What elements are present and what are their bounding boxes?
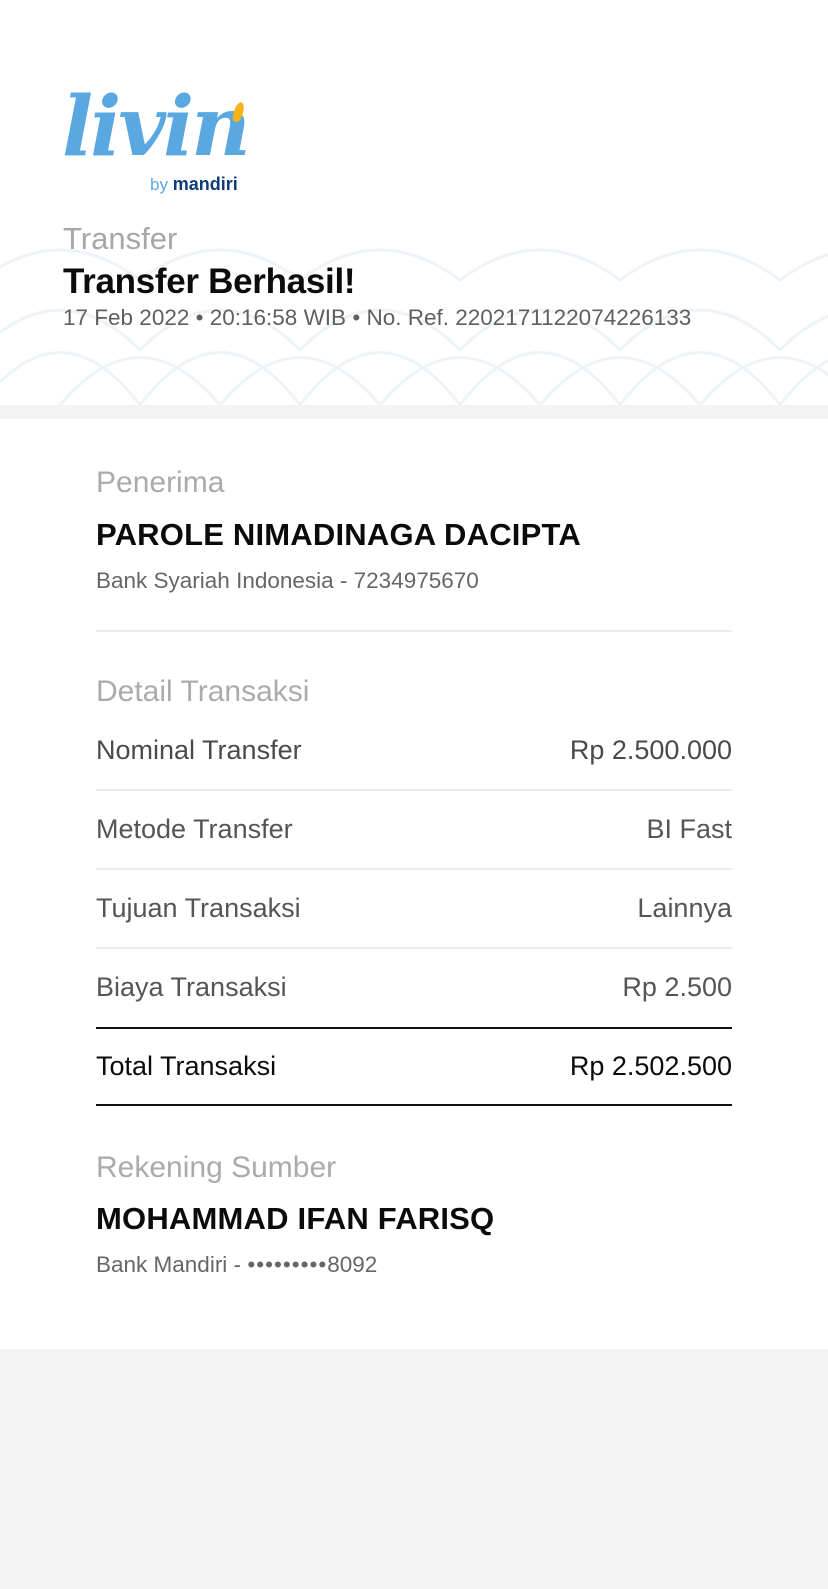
total-bottom-rule: [96, 1104, 732, 1106]
detail-key: Nominal Transfer: [96, 735, 302, 765]
receipt-card: Penerima PAROLE NIMADINAGA DACIPTA Bank …: [0, 419, 828, 1349]
detail-row-total: Total Transaksi Rp 2.502.500: [96, 1051, 732, 1091]
logo-wordmark: livin: [62, 79, 251, 175]
transaction-meta: 17 Feb 2022 • 20:16:58 WIB • No. Ref. 22…: [63, 305, 692, 330]
source-label: Rekening Sumber: [96, 1151, 337, 1184]
detail-key: Metode Transfer: [96, 814, 293, 844]
source-bank-prefix: Bank Mandiri -: [96, 1252, 248, 1277]
recipient-bank: Bank Syariah Indonesia - 7234975670: [96, 568, 479, 593]
detail-key: Biaya Transaksi: [96, 972, 287, 1002]
recipient-name: PAROLE NIMADINAGA DACIPTA: [96, 517, 581, 552]
page-title: Transfer Berhasil!: [63, 262, 356, 301]
section-divider: [96, 630, 732, 632]
detail-key: Tujuan Transaksi: [96, 893, 301, 923]
total-key: Total Transaksi: [96, 1051, 277, 1081]
logo-brand: mandiri: [172, 174, 238, 194]
detail-value: Lainnya: [637, 893, 732, 923]
detail-value: Rp 2.500.000: [569, 735, 732, 765]
page-subtitle: Transfer: [63, 221, 178, 256]
detail-row-purpose: Tujuan Transaksi Lainnya: [96, 893, 732, 933]
livin-mandiri-logo: livin by mandiri: [62, 82, 262, 200]
source-account-suffix: 8092: [327, 1252, 378, 1277]
detail-row-nominal: Nominal Transfer Rp 2.500.000: [96, 735, 732, 775]
detail-row-method: Metode Transfer BI Fast: [96, 814, 732, 854]
source-bank: Bank Mandiri - •••••••••8092: [96, 1252, 377, 1278]
logo-by: by: [150, 175, 168, 194]
row-divider: [96, 789, 732, 791]
total-value: Rp 2.502.500: [569, 1051, 732, 1081]
source-name: MOHAMMAD IFAN FARISQ: [96, 1201, 495, 1236]
details-label: Detail Transaksi: [96, 675, 310, 708]
logo-byline: by mandiri: [150, 174, 238, 195]
detail-value: Rp 2.500: [622, 972, 732, 1002]
row-divider: [96, 868, 732, 870]
detail-row-fee: Biaya Transaksi Rp 2.500: [96, 972, 732, 1012]
masked-account-dots: •••••••••: [247, 1252, 328, 1277]
recipient-label: Penerima: [96, 466, 225, 499]
row-divider: [96, 947, 732, 949]
total-top-rule: [96, 1027, 732, 1029]
detail-value: BI Fast: [646, 814, 732, 844]
receipt-header: livin by mandiri Transfer Transfer Berha…: [0, 0, 828, 405]
